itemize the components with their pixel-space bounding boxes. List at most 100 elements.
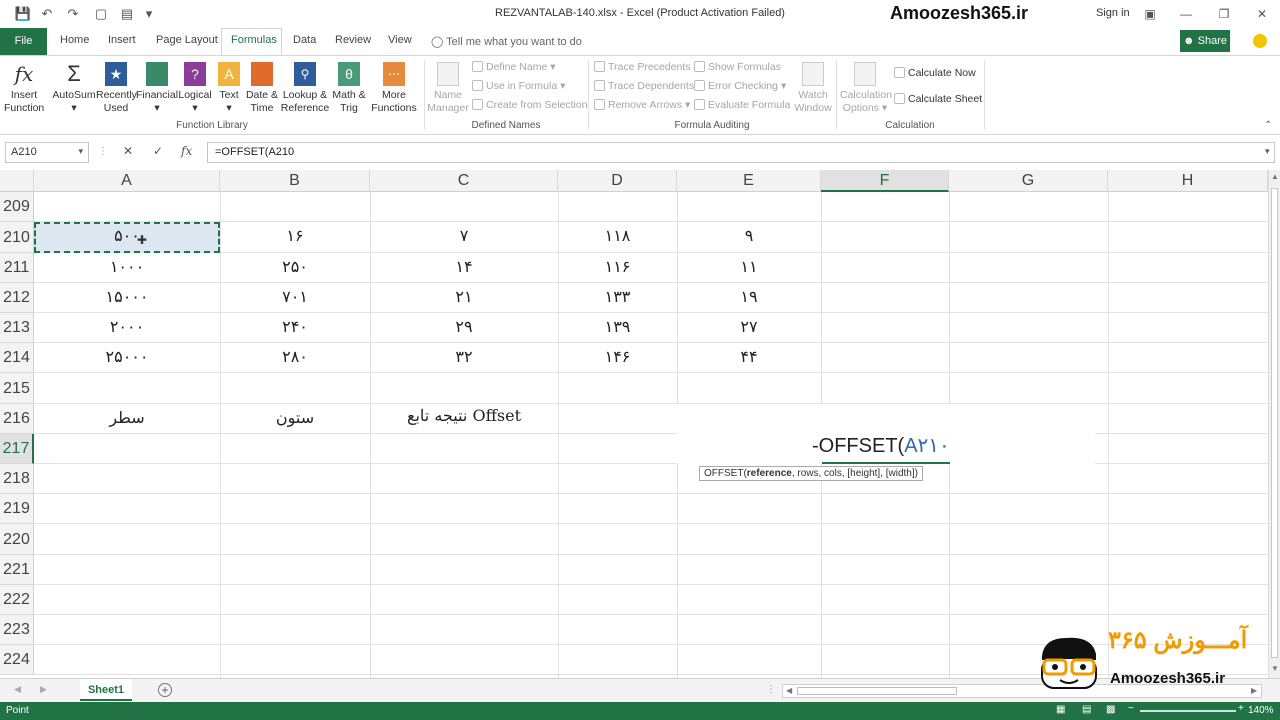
sheet-tab-sheet1[interactable]: Sheet1 [80, 679, 132, 701]
page-layout-view-icon[interactable]: ▤ [1082, 704, 1091, 715]
enter-check-icon[interactable]: ✓ [153, 144, 163, 158]
insert-function-button[interactable]: fx Insert Function [4, 62, 44, 115]
watch-window-button[interactable]: Watch Window [792, 62, 834, 115]
tooltip-current-argument[interactable]: reference [747, 468, 792, 479]
cell-a211[interactable]: ۱۰۰۰ [34, 257, 220, 277]
cell-a214[interactable]: ۲۵۰۰۰ [34, 347, 220, 367]
tab-insert[interactable]: Insert [108, 34, 136, 46]
vertical-scrollbar[interactable]: ▲ ▼ [1268, 170, 1280, 678]
remove-arrows-item[interactable]: Remove Arrows ▾ [594, 99, 690, 111]
select-all-corner[interactable] [0, 170, 34, 192]
create-from-selection-item[interactable]: Create from Selection [472, 99, 588, 111]
in-cell-formula[interactable]: -OFFSET(A۲۱۰ [812, 433, 950, 458]
row-header-220[interactable]: 220 [0, 524, 34, 555]
tab-review[interactable]: Review [335, 34, 371, 46]
page-break-view-icon[interactable]: ▩ [1106, 704, 1115, 715]
row-header-213[interactable]: 213 [0, 313, 34, 343]
trace-dependents-item[interactable]: Trace Dependents [594, 80, 694, 92]
cell-c211[interactable]: ۱۴ [370, 257, 558, 277]
calculate-sheet-item[interactable]: Calculate Sheet [894, 93, 982, 105]
evaluate-formula-item[interactable]: Evaluate Formula [694, 99, 790, 111]
cell-b214[interactable]: ۲۸۰ [220, 347, 370, 367]
cell-b210[interactable]: ۱۶ [220, 226, 370, 246]
column-header-f[interactable]: F [821, 170, 949, 192]
cell-e213[interactable]: ۲۷ [677, 317, 821, 337]
row-header-210[interactable]: 210 [0, 222, 34, 253]
cell-e210[interactable]: ۹ [677, 226, 821, 246]
row-header-223[interactable]: 223 [0, 615, 34, 645]
row-header-214[interactable]: 214 [0, 343, 34, 373]
cell-b213[interactable]: ۲۴۰ [220, 317, 370, 337]
tab-view[interactable]: View [388, 34, 412, 46]
column-header-e[interactable]: E [677, 170, 821, 192]
name-manager-button[interactable]: Name Manager [426, 62, 470, 115]
expand-formula-bar-icon[interactable]: ▾ [1265, 146, 1270, 157]
column-header-b[interactable]: B [220, 170, 370, 192]
use-in-formula-item[interactable]: Use in Formula ▾ [472, 80, 565, 92]
row-header-216[interactable]: 216 [0, 404, 34, 434]
zoom-in-icon[interactable]: + [1238, 703, 1244, 714]
cell-e211[interactable]: ۱۱ [677, 257, 821, 277]
math-trig-button[interactable]: θ Math & Trig [330, 62, 368, 115]
insert-function-fx-icon[interactable]: fx [181, 144, 192, 158]
date-time-button[interactable]: Date & Time [244, 62, 280, 115]
cancel-icon[interactable]: ✕ [123, 144, 133, 158]
cell-b211[interactable]: ۲۵۰ [220, 257, 370, 277]
cell-c213[interactable]: ۲۹ [370, 317, 558, 337]
cell-a210[interactable]: ۵۰۰ [34, 226, 220, 246]
cell-c214[interactable]: ۳۲ [370, 347, 558, 367]
row-header-221[interactable]: 221 [0, 555, 34, 585]
name-box[interactable]: A210 ▾ [5, 142, 89, 163]
row-header-217[interactable]: 217 [0, 434, 34, 464]
cell-d212[interactable]: ۱۳۳ [558, 287, 677, 307]
prev-sheet-icon[interactable]: ◀ [14, 684, 21, 695]
logical-button[interactable]: ? Logical ▾ [178, 62, 212, 115]
tab-split-grip-icon[interactable]: ⋮ [766, 684, 776, 695]
column-header-h[interactable]: H [1108, 170, 1268, 192]
chevron-down-icon[interactable]: ▾ [78, 146, 83, 157]
autosum-button[interactable]: Σ AutoSum ▾ [52, 62, 96, 115]
trace-precedents-item[interactable]: Trace Precedents [594, 61, 690, 73]
column-header-c[interactable]: C [370, 170, 558, 192]
calculation-options-button[interactable]: Calculation Options ▾ [840, 62, 892, 115]
horizontal-scroll-thumb[interactable] [797, 687, 957, 695]
row-header-212[interactable]: 212 [0, 283, 34, 313]
calculate-now-item[interactable]: Calculate Now [894, 67, 976, 79]
cell-e214[interactable]: ۴۴ [677, 347, 821, 367]
scroll-left-icon[interactable]: ◀ [786, 686, 792, 695]
tab-data[interactable]: Data [293, 34, 316, 46]
normal-view-icon[interactable]: ▦ [1056, 704, 1065, 715]
cell-d211[interactable]: ۱۱۶ [558, 257, 677, 277]
cell-b212[interactable]: ۷۰۱ [220, 287, 370, 307]
next-sheet-icon[interactable]: ▶ [40, 684, 47, 695]
sign-in-link[interactable]: Sign in [1096, 7, 1130, 19]
row-header-219[interactable]: 219 [0, 494, 34, 524]
row-header-222[interactable]: 222 [0, 585, 34, 615]
tab-formulas[interactable]: Formulas [231, 34, 277, 46]
collapse-ribbon-icon[interactable]: ⌃ [1264, 120, 1272, 131]
cell-c212[interactable]: ۲۱ [370, 287, 558, 307]
cell-d214[interactable]: ۱۴۶ [558, 347, 677, 367]
text-functions-button[interactable]: A Text ▾ [214, 62, 244, 115]
cell-a212[interactable]: ۱۵۰۰۰ [34, 287, 220, 307]
show-formulas-item[interactable]: Show Formulas [694, 61, 781, 73]
zoom-slider[interactable] [1140, 710, 1236, 712]
column-header-a[interactable]: A [34, 170, 220, 192]
cell-c210[interactable]: ۷ [370, 226, 558, 246]
cell-a216[interactable]: سطر [34, 408, 220, 427]
tell-me-search[interactable]: ◯ Tell me what you want to do [431, 35, 582, 48]
cell-d210[interactable]: ۱۱۸ [558, 226, 677, 246]
function-argument-tooltip[interactable]: OFFSET(reference, rows, cols, [height], … [699, 466, 923, 481]
minimize-icon[interactable]: — [1176, 5, 1196, 23]
lookup-reference-button[interactable]: ⚲ Lookup & Reference [280, 62, 330, 115]
column-header-d[interactable]: D [558, 170, 677, 192]
cell-b216[interactable]: ستون [220, 408, 370, 427]
cell-a213[interactable]: ۲۰۰۰ [34, 317, 220, 337]
formula-input[interactable]: =OFFSET(A210 [207, 142, 1275, 163]
row-header-211[interactable]: 211 [0, 253, 34, 283]
share-button[interactable]: ☻ Share [1180, 30, 1230, 52]
cell-e212[interactable]: ۱۹ [677, 287, 821, 307]
financial-button[interactable]: Financial ▾ [136, 62, 178, 115]
tab-home[interactable]: Home [60, 34, 89, 46]
feedback-smiley-icon[interactable] [1253, 34, 1267, 48]
